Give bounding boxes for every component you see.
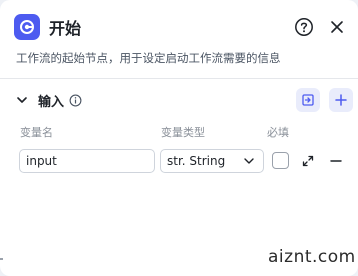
input-section-header[interactable]: 输入: [16, 90, 82, 110]
panel-description: 工作流的起始节点，用于设定启动工作流需要的信息: [16, 51, 281, 65]
variable-type-value: str. String: [167, 154, 226, 168]
import-icon: [302, 94, 314, 106]
expand-button[interactable]: [299, 152, 317, 170]
panel-title: 开始: [49, 19, 82, 38]
import-variables-button[interactable]: [296, 88, 320, 112]
help-icon: [295, 18, 313, 36]
start-node-panel: 开始 工作流的起始节点，用于设定启动工作流需要的信息 输入 变量名 变量类型 必…: [0, 0, 358, 276]
start-node-icon: [14, 14, 40, 40]
edge-marker: [0, 258, 3, 260]
variable-type-select[interactable]: str. String: [160, 149, 264, 173]
add-variable-button[interactable]: [329, 88, 353, 112]
remove-variable-button[interactable]: [327, 152, 345, 170]
required-checkbox[interactable]: [272, 152, 289, 169]
panel-header: 开始: [14, 12, 346, 42]
close-icon: [331, 21, 343, 33]
variable-name-input[interactable]: input: [19, 149, 155, 173]
column-header-type: 变量类型: [161, 126, 205, 139]
divider: [0, 78, 358, 79]
column-header-required: 必填: [267, 126, 289, 139]
section-title: 输入: [38, 94, 65, 110]
close-button[interactable]: [326, 16, 348, 38]
info-icon[interactable]: [69, 94, 82, 107]
expand-icon: [302, 155, 314, 167]
variable-name-value: input: [26, 154, 57, 168]
column-header-name: 变量名: [20, 126, 53, 139]
chevron-down-icon: [244, 158, 254, 164]
plus-icon: [335, 94, 347, 106]
chevron-down-icon[interactable]: [16, 94, 28, 106]
help-button[interactable]: [293, 16, 315, 38]
watermark: aiznt.com: [268, 247, 356, 267]
minus-icon: [330, 160, 342, 162]
